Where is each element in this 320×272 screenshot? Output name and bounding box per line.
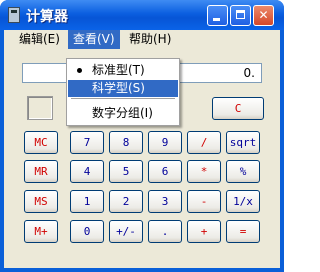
- multiply-button[interactable]: *: [187, 160, 221, 183]
- menu-bar: 编辑(E) 查看(V) 帮助(H): [4, 30, 280, 49]
- sqrt-button[interactable]: sqrt: [226, 131, 260, 154]
- minimize-button[interactable]: [207, 5, 228, 26]
- selected-bullet-icon: [77, 68, 82, 73]
- menu-view[interactable]: 查看(V): [68, 30, 120, 49]
- digit-9-button[interactable]: 9: [148, 131, 182, 154]
- menu-option-scientific[interactable]: 科学型(S): [68, 80, 178, 97]
- subtract-button[interactable]: -: [187, 190, 221, 213]
- menu-separator: [71, 98, 175, 99]
- view-dropdown-menu: 标准型(T) 科学型(S) 数字分组(I): [66, 58, 180, 126]
- menu-help[interactable]: 帮助(H): [124, 30, 176, 49]
- menu-option-standard-label: 标准型(T): [92, 63, 145, 77]
- digit-1-button[interactable]: 1: [70, 190, 104, 213]
- digit-6-button[interactable]: 6: [148, 160, 182, 183]
- calculator-window: 计算器 ✕ 编辑(E) 查看(V) 帮助(H) 0. C MC 7 8 9 / …: [0, 0, 284, 272]
- decimal-point-button[interactable]: .: [148, 220, 182, 243]
- percent-button[interactable]: %: [226, 160, 260, 183]
- window-title: 计算器: [26, 9, 68, 25]
- menu-edit[interactable]: 编辑(E): [14, 30, 65, 49]
- digit-5-button[interactable]: 5: [109, 160, 143, 183]
- menu-option-digit-grouping-label: 数字分组(I): [92, 106, 153, 120]
- clear-button[interactable]: C: [212, 97, 264, 120]
- ms-button[interactable]: MS: [24, 190, 58, 213]
- close-button[interactable]: ✕: [253, 5, 274, 26]
- mc-button[interactable]: MC: [24, 131, 58, 154]
- memory-indicator: [27, 96, 53, 120]
- digit-0-button[interactable]: 0: [70, 220, 104, 243]
- reciprocal-button[interactable]: 1/x: [226, 190, 260, 213]
- title-bar[interactable]: 计算器 ✕: [0, 0, 284, 30]
- mplus-button[interactable]: M+: [24, 220, 58, 243]
- equals-button[interactable]: =: [226, 220, 260, 243]
- close-icon: ✕: [258, 8, 269, 22]
- menu-option-digit-grouping[interactable]: 数字分组(I): [68, 105, 178, 122]
- calculator-client-area: 编辑(E) 查看(V) 帮助(H) 0. C MC 7 8 9 / sqrt M…: [4, 30, 280, 268]
- minimize-icon: [213, 18, 220, 21]
- sign-toggle-button[interactable]: +/-: [109, 220, 143, 243]
- digit-7-button[interactable]: 7: [70, 131, 104, 154]
- calculator-app-icon[interactable]: [8, 7, 20, 23]
- digit-4-button[interactable]: 4: [70, 160, 104, 183]
- maximize-icon: [236, 10, 245, 19]
- menu-option-standard[interactable]: 标准型(T): [68, 62, 178, 79]
- add-button[interactable]: +: [187, 220, 221, 243]
- maximize-button[interactable]: [230, 5, 251, 26]
- menu-option-scientific-label: 科学型(S): [92, 81, 145, 95]
- digit-2-button[interactable]: 2: [109, 190, 143, 213]
- divide-button[interactable]: /: [187, 131, 221, 154]
- digit-8-button[interactable]: 8: [109, 131, 143, 154]
- digit-3-button[interactable]: 3: [148, 190, 182, 213]
- mr-button[interactable]: MR: [24, 160, 58, 183]
